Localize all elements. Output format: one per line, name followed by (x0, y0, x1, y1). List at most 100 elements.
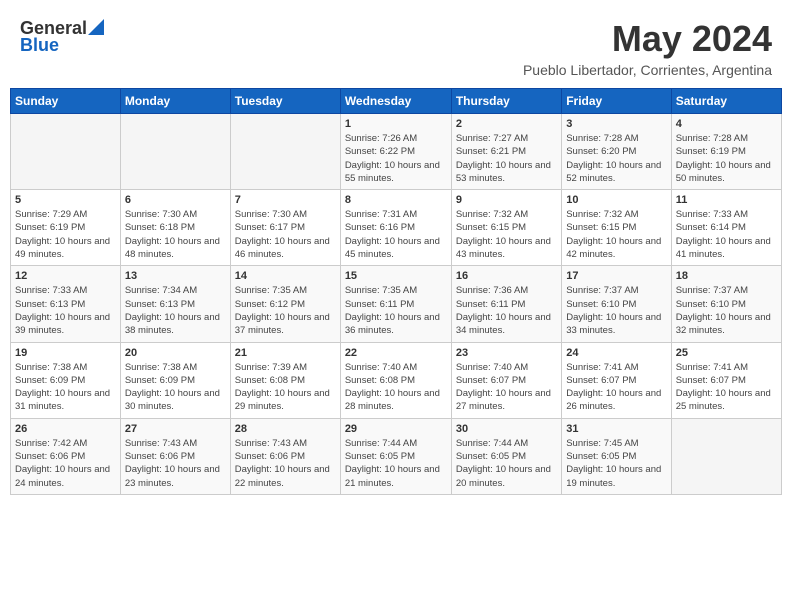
day-cell: 15 Sunrise: 7:35 AM Sunset: 6:11 PM Dayl… (340, 266, 451, 342)
day-cell: 13 Sunrise: 7:34 AM Sunset: 6:13 PM Dayl… (120, 266, 230, 342)
day-number: 3 (566, 118, 666, 130)
day-cell: 23 Sunrise: 7:40 AM Sunset: 6:07 PM Dayl… (451, 342, 561, 418)
sunrise-text: Sunrise: 7:38 AM (125, 362, 197, 373)
daylight-text: Daylight: 10 hours and 30 minutes. (125, 388, 220, 412)
sunset-text: Sunset: 6:14 PM (676, 222, 746, 233)
sunrise-text: Sunrise: 7:37 AM (566, 285, 638, 296)
daylight-text: Daylight: 10 hours and 19 minutes. (566, 464, 661, 488)
day-info: Sunrise: 7:42 AM Sunset: 6:06 PM Dayligh… (15, 437, 116, 490)
sunset-text: Sunset: 6:06 PM (15, 451, 85, 462)
day-cell: 24 Sunrise: 7:41 AM Sunset: 6:07 PM Dayl… (562, 342, 671, 418)
logo-blue-text: Blue (20, 35, 59, 56)
logo: General Blue (20, 18, 104, 56)
day-number: 13 (125, 270, 226, 282)
day-number: 16 (456, 270, 557, 282)
day-cell: 2 Sunrise: 7:27 AM Sunset: 6:21 PM Dayli… (451, 114, 561, 190)
day-info: Sunrise: 7:41 AM Sunset: 6:07 PM Dayligh… (676, 361, 777, 414)
day-cell: 20 Sunrise: 7:38 AM Sunset: 6:09 PM Dayl… (120, 342, 230, 418)
sunset-text: Sunset: 6:10 PM (676, 299, 746, 310)
day-info: Sunrise: 7:40 AM Sunset: 6:07 PM Dayligh… (456, 361, 557, 414)
sunset-text: Sunset: 6:06 PM (125, 451, 195, 462)
sunrise-text: Sunrise: 7:42 AM (15, 438, 87, 449)
day-cell: 14 Sunrise: 7:35 AM Sunset: 6:12 PM Dayl… (230, 266, 340, 342)
day-cell: 28 Sunrise: 7:43 AM Sunset: 6:06 PM Dayl… (230, 418, 340, 494)
day-number: 9 (456, 194, 557, 206)
sunset-text: Sunset: 6:07 PM (566, 375, 636, 386)
daylight-text: Daylight: 10 hours and 52 minutes. (566, 160, 661, 184)
day-header-wednesday: Wednesday (340, 89, 451, 114)
day-header-tuesday: Tuesday (230, 89, 340, 114)
daylight-text: Daylight: 10 hours and 33 minutes. (566, 312, 661, 336)
sunrise-text: Sunrise: 7:35 AM (345, 285, 417, 296)
sunset-text: Sunset: 6:21 PM (456, 146, 526, 157)
day-number: 19 (15, 347, 116, 359)
daylight-text: Daylight: 10 hours and 45 minutes. (345, 236, 440, 260)
day-info: Sunrise: 7:32 AM Sunset: 6:15 PM Dayligh… (566, 208, 666, 261)
sunrise-text: Sunrise: 7:33 AM (676, 209, 748, 220)
sunset-text: Sunset: 6:06 PM (235, 451, 305, 462)
daylight-text: Daylight: 10 hours and 25 minutes. (676, 388, 771, 412)
day-cell: 25 Sunrise: 7:41 AM Sunset: 6:07 PM Dayl… (671, 342, 781, 418)
sunset-text: Sunset: 6:22 PM (345, 146, 415, 157)
week-row-2: 12 Sunrise: 7:33 AM Sunset: 6:13 PM Dayl… (11, 266, 782, 342)
day-cell: 12 Sunrise: 7:33 AM Sunset: 6:13 PM Dayl… (11, 266, 121, 342)
daylight-text: Daylight: 10 hours and 48 minutes. (125, 236, 220, 260)
day-cell: 8 Sunrise: 7:31 AM Sunset: 6:16 PM Dayli… (340, 190, 451, 266)
day-cell: 7 Sunrise: 7:30 AM Sunset: 6:17 PM Dayli… (230, 190, 340, 266)
sunrise-text: Sunrise: 7:43 AM (125, 438, 197, 449)
day-cell (230, 114, 340, 190)
day-number: 6 (125, 194, 226, 206)
sunrise-text: Sunrise: 7:44 AM (456, 438, 528, 449)
day-number: 8 (345, 194, 447, 206)
day-info: Sunrise: 7:29 AM Sunset: 6:19 PM Dayligh… (15, 208, 116, 261)
day-info: Sunrise: 7:40 AM Sunset: 6:08 PM Dayligh… (345, 361, 447, 414)
sunrise-text: Sunrise: 7:30 AM (235, 209, 307, 220)
day-cell: 16 Sunrise: 7:36 AM Sunset: 6:11 PM Dayl… (451, 266, 561, 342)
sunset-text: Sunset: 6:13 PM (15, 299, 85, 310)
day-cell: 21 Sunrise: 7:39 AM Sunset: 6:08 PM Dayl… (230, 342, 340, 418)
daylight-text: Daylight: 10 hours and 27 minutes. (456, 388, 551, 412)
day-header-saturday: Saturday (671, 89, 781, 114)
day-cell: 22 Sunrise: 7:40 AM Sunset: 6:08 PM Dayl… (340, 342, 451, 418)
daylight-text: Daylight: 10 hours and 32 minutes. (676, 312, 771, 336)
day-info: Sunrise: 7:37 AM Sunset: 6:10 PM Dayligh… (676, 284, 777, 337)
week-row-1: 5 Sunrise: 7:29 AM Sunset: 6:19 PM Dayli… (11, 190, 782, 266)
daylight-text: Daylight: 10 hours and 50 minutes. (676, 160, 771, 184)
day-number: 4 (676, 118, 777, 130)
daylight-text: Daylight: 10 hours and 21 minutes. (345, 464, 440, 488)
day-cell: 31 Sunrise: 7:45 AM Sunset: 6:05 PM Dayl… (562, 418, 671, 494)
page-header: General Blue May 2024 Pueblo Libertador,… (10, 10, 782, 82)
sunrise-text: Sunrise: 7:31 AM (345, 209, 417, 220)
day-number: 11 (676, 194, 777, 206)
day-header-friday: Friday (562, 89, 671, 114)
sunrise-text: Sunrise: 7:44 AM (345, 438, 417, 449)
day-info: Sunrise: 7:32 AM Sunset: 6:15 PM Dayligh… (456, 208, 557, 261)
sunset-text: Sunset: 6:07 PM (676, 375, 746, 386)
sunrise-text: Sunrise: 7:41 AM (566, 362, 638, 373)
day-number: 31 (566, 423, 666, 435)
day-number: 10 (566, 194, 666, 206)
day-cell: 18 Sunrise: 7:37 AM Sunset: 6:10 PM Dayl… (671, 266, 781, 342)
day-number: 1 (345, 118, 447, 130)
day-cell (120, 114, 230, 190)
sunset-text: Sunset: 6:08 PM (235, 375, 305, 386)
sunset-text: Sunset: 6:15 PM (456, 222, 526, 233)
day-number: 2 (456, 118, 557, 130)
sunset-text: Sunset: 6:13 PM (125, 299, 195, 310)
sunrise-text: Sunrise: 7:40 AM (345, 362, 417, 373)
day-number: 29 (345, 423, 447, 435)
day-info: Sunrise: 7:44 AM Sunset: 6:05 PM Dayligh… (345, 437, 447, 490)
day-number: 22 (345, 347, 447, 359)
sunset-text: Sunset: 6:19 PM (676, 146, 746, 157)
daylight-text: Daylight: 10 hours and 37 minutes. (235, 312, 330, 336)
day-cell: 19 Sunrise: 7:38 AM Sunset: 6:09 PM Dayl… (11, 342, 121, 418)
daylight-text: Daylight: 10 hours and 23 minutes. (125, 464, 220, 488)
sunset-text: Sunset: 6:08 PM (345, 375, 415, 386)
day-cell: 9 Sunrise: 7:32 AM Sunset: 6:15 PM Dayli… (451, 190, 561, 266)
day-info: Sunrise: 7:43 AM Sunset: 6:06 PM Dayligh… (235, 437, 336, 490)
day-info: Sunrise: 7:28 AM Sunset: 6:20 PM Dayligh… (566, 132, 666, 185)
day-number: 27 (125, 423, 226, 435)
sunrise-text: Sunrise: 7:30 AM (125, 209, 197, 220)
sunset-text: Sunset: 6:05 PM (345, 451, 415, 462)
daylight-text: Daylight: 10 hours and 39 minutes. (15, 312, 110, 336)
